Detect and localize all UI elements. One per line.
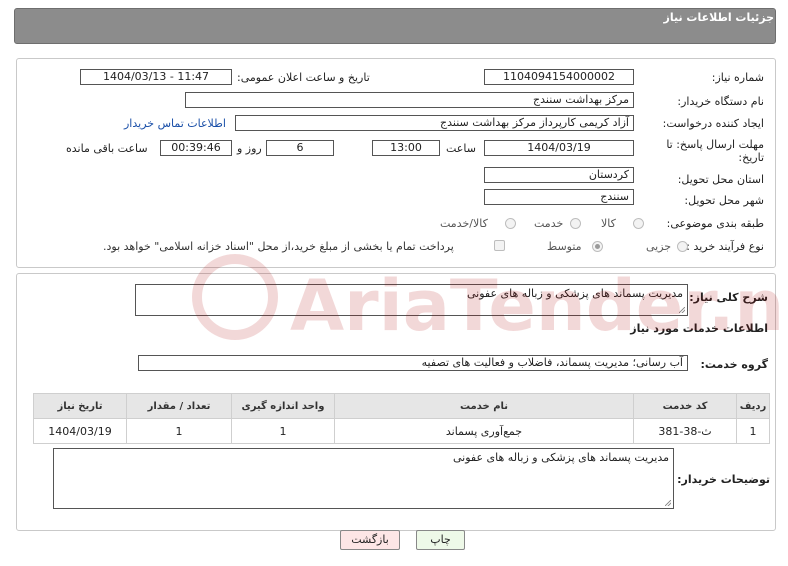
page-title: جزئیات اطلاعات نیاز xyxy=(663,11,775,24)
announce-field: 1404/03/13 - 11:47 xyxy=(80,69,232,85)
treasury-checkbox[interactable] xyxy=(494,240,505,251)
deadline-time-label: ساعت xyxy=(446,142,476,155)
contact-link[interactable]: اطلاعات تماس خریدار xyxy=(124,117,226,130)
buyer-notes-text: مدیریت پسماند های پزشکی و زباله های عفون… xyxy=(453,451,669,464)
service-group-label: گروه خدمت: xyxy=(700,358,768,371)
process-label: نوع فرآیند خرید : xyxy=(686,240,764,253)
cell-quantity: 1 xyxy=(126,418,232,444)
process-minor-label: جزیی xyxy=(646,240,672,253)
col-date: تاریخ نیاز xyxy=(33,393,127,419)
creator-field: آزاد کریمی کارپرداز مرکز بهداشت سنندج xyxy=(235,115,634,131)
province-label: استان محل تحویل: xyxy=(677,173,764,186)
col-name: نام خدمت xyxy=(334,393,634,419)
deadline-time-field: 13:00 xyxy=(372,140,440,156)
print-button[interactable]: چاپ xyxy=(416,530,465,550)
deadline-label-2: تاریخ: xyxy=(738,151,764,164)
category-goods-radio[interactable] xyxy=(633,218,644,229)
deadline-date-field: 1404/03/19 xyxy=(484,140,634,156)
col-unit: واحد اندازه گیری xyxy=(231,393,335,419)
need-number-field: 1104094154000002 xyxy=(484,69,634,85)
announce-label: تاریخ و ساعت اعلان عمومی: xyxy=(237,71,370,84)
summary-text: مدیریت پسماند های پزشکی و زباله های عفون… xyxy=(467,287,683,300)
category-service-label: خدمت xyxy=(534,217,564,230)
city-field: سنندج xyxy=(484,189,634,205)
buyer-org-field: مرکز بهداشت سنندج xyxy=(185,92,634,108)
category-both-radio[interactable] xyxy=(505,218,516,229)
payment-note: پرداخت تمام یا بخشی از مبلغ خرید،از محل … xyxy=(103,240,454,253)
days-label: روز و xyxy=(237,142,262,155)
service-group-field: آب رسانی؛ مدیریت پسماند، فاضلاب و فعالیت… xyxy=(138,355,688,371)
remaining-label: ساعت باقی مانده xyxy=(66,142,148,155)
cell-row: 1 xyxy=(736,418,770,444)
category-both-label: کالا/خدمت xyxy=(440,217,488,230)
buyer-notes-textarea: مدیریت پسماند های پزشکی و زباله های عفون… xyxy=(53,448,674,509)
category-service-radio[interactable] xyxy=(570,218,581,229)
col-quantity: تعداد / مقدار xyxy=(126,393,232,419)
back-button[interactable]: بازگشت xyxy=(340,530,400,550)
cell-name: جمع‌آوری پسماند xyxy=(334,418,634,444)
cell-date: 1404/03/19 xyxy=(33,418,127,444)
services-table: ردیف کد خدمت نام خدمت واحد اندازه گیری ت… xyxy=(33,393,770,444)
col-row: ردیف xyxy=(736,393,770,419)
remaining-field: 00:39:46 xyxy=(160,140,232,156)
resize-handle[interactable] xyxy=(665,500,671,506)
table-header-row: ردیف کد خدمت نام خدمت واحد اندازه گیری ت… xyxy=(33,393,770,419)
category-label: طبقه بندی موضوعی: xyxy=(666,217,764,230)
city-label: شهر محل تحویل: xyxy=(684,194,764,207)
creator-label: ایجاد کننده درخواست: xyxy=(662,117,764,130)
buyer-org-label: نام دستگاه خریدار: xyxy=(677,95,764,108)
col-code: کد خدمت xyxy=(633,393,737,419)
days-field: 6 xyxy=(266,140,334,156)
services-section-title: اطلاعات خدمات مورد نیاز xyxy=(630,322,768,335)
page-header xyxy=(14,8,776,44)
province-field: کردستان xyxy=(484,167,634,183)
need-number-label: شماره نیاز: xyxy=(711,71,764,84)
deadline-label: مهلت ارسال پاسخ: تا xyxy=(666,138,764,151)
details-panel xyxy=(16,58,776,268)
process-medium-label: متوسط xyxy=(547,240,582,253)
table-row: 1 ث-38-381 جمع‌آوری پسماند 1 1 1404/03/1… xyxy=(33,418,770,444)
summary-textarea: مدیریت پسماند های پزشکی و زباله های عفون… xyxy=(135,284,688,316)
buyer-notes-label: توضیحات خریدار: xyxy=(677,473,770,486)
cell-unit: 1 xyxy=(231,418,335,444)
summary-label: شرح کلی نیاز: xyxy=(689,291,768,304)
process-medium-radio[interactable] xyxy=(592,241,603,252)
process-minor-radio[interactable] xyxy=(677,241,688,252)
cell-code: ث-38-381 xyxy=(633,418,737,444)
resize-handle[interactable] xyxy=(679,307,685,313)
category-goods-label: کالا xyxy=(601,217,616,230)
